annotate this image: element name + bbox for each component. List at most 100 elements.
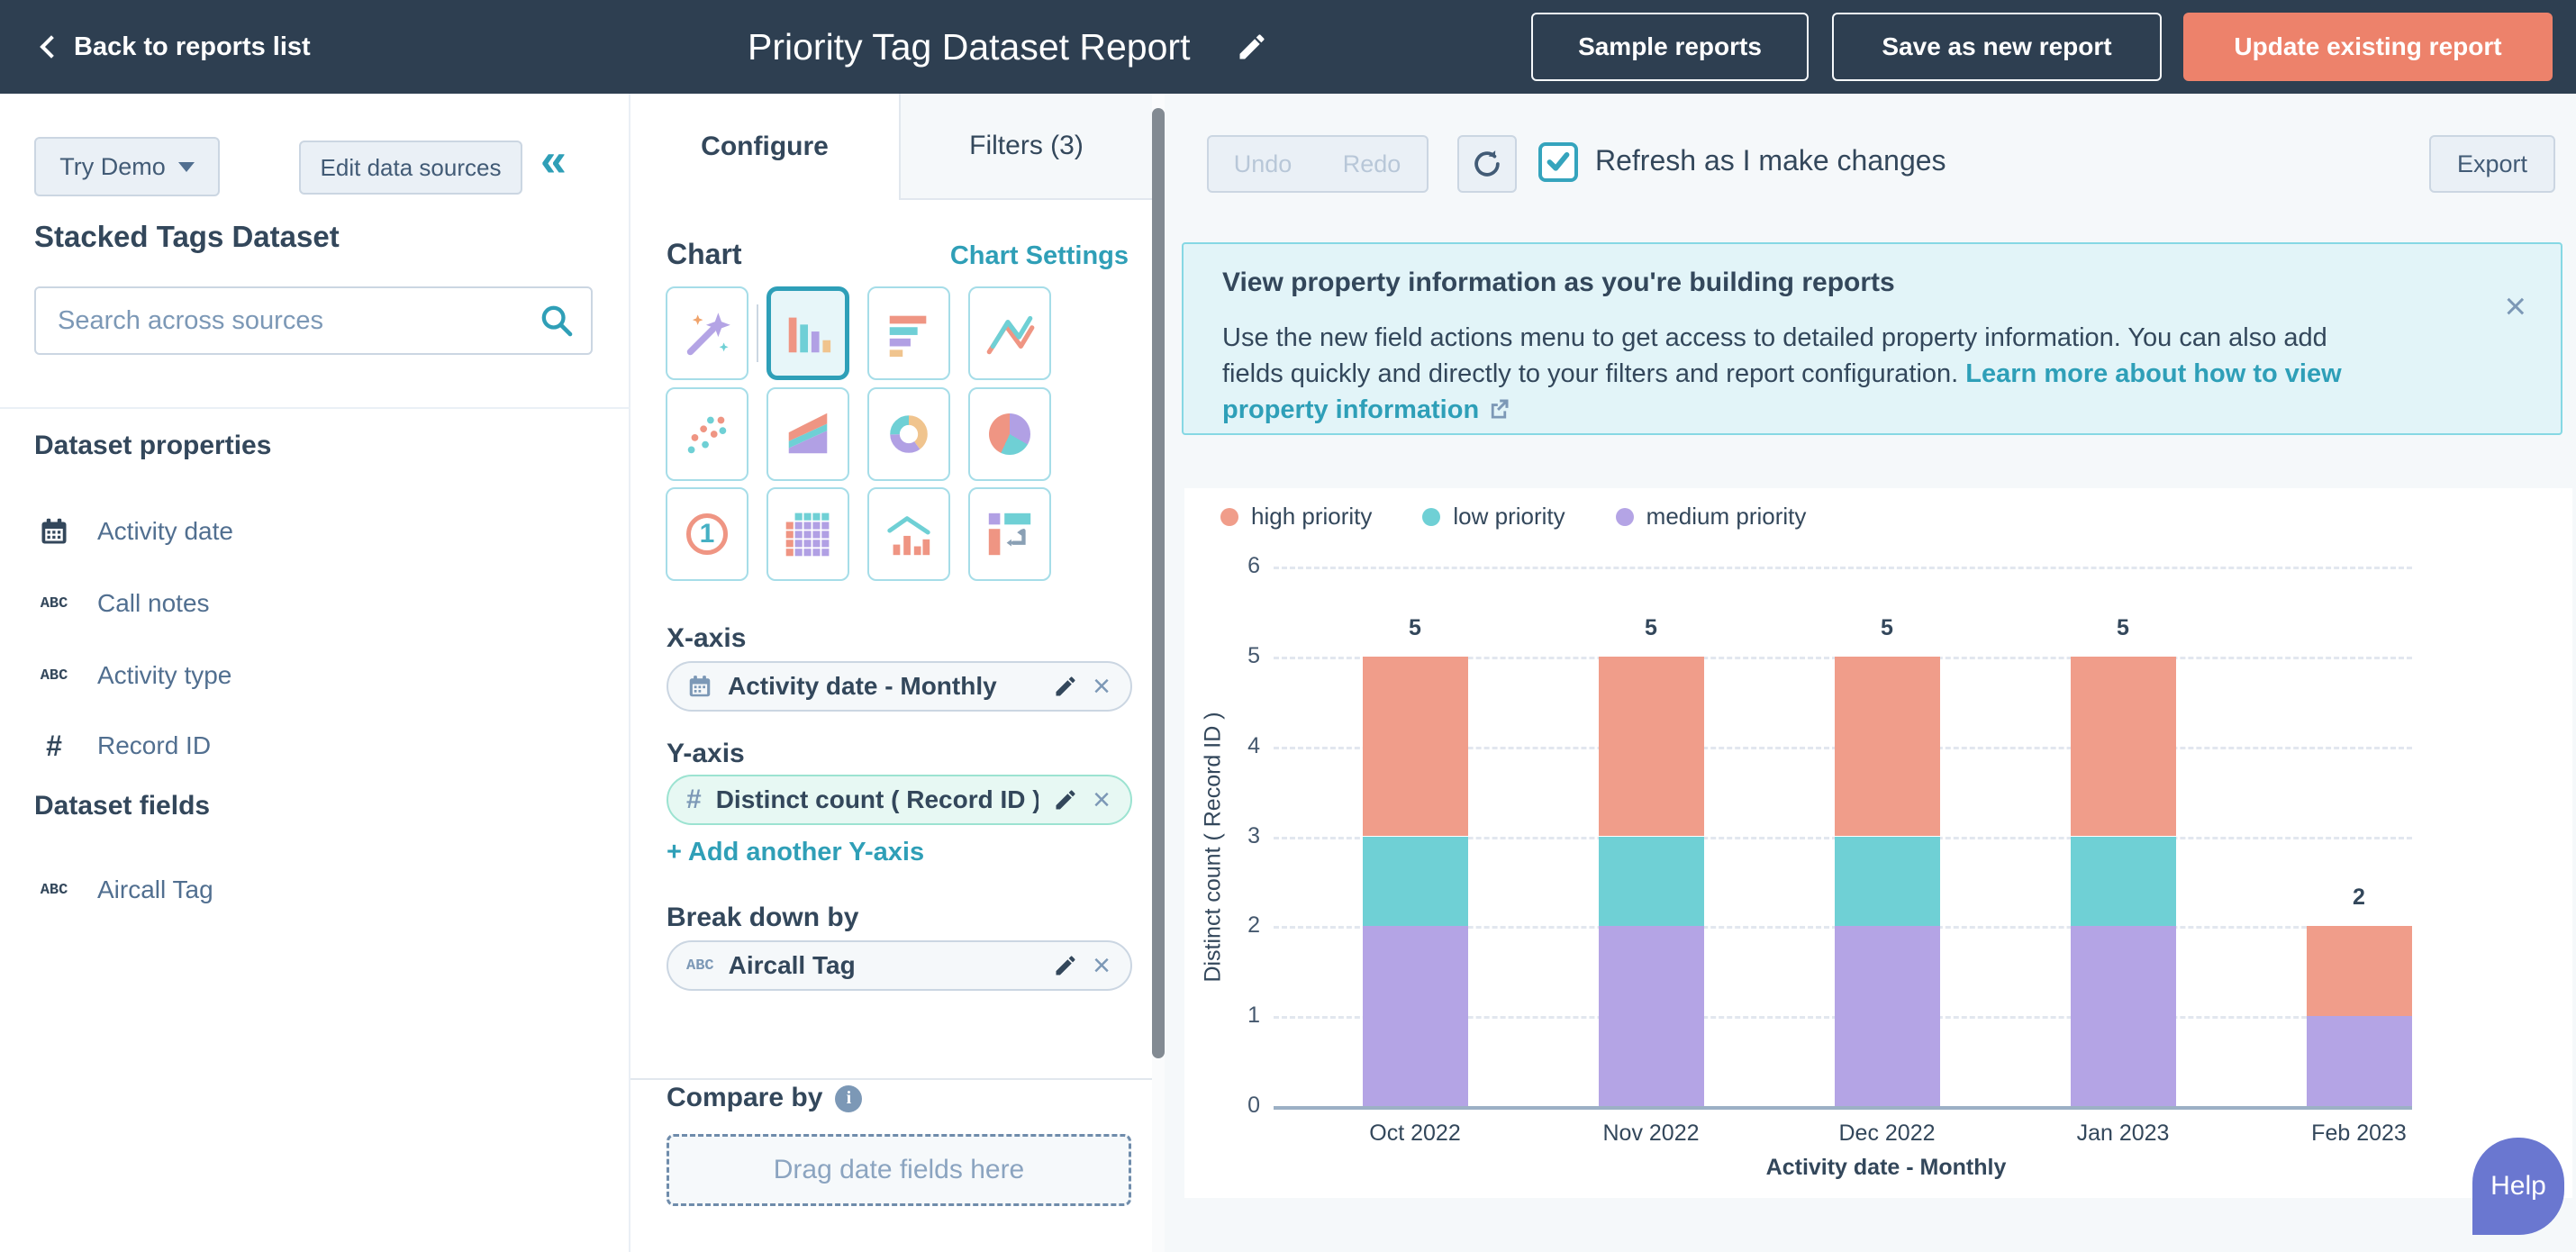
bar-segment-high-priority[interactable] xyxy=(2307,926,2412,1016)
report-preview-area: Undo Redo Refresh as I make changes Expo… xyxy=(1165,94,2576,1252)
bar-total-label: 5 xyxy=(1379,615,1451,641)
donut-chart-icon xyxy=(883,408,935,460)
search-icon[interactable] xyxy=(539,303,575,339)
remove-x-axis-icon[interactable]: × xyxy=(1093,671,1111,702)
compare-by-dropzone[interactable]: Drag date fields here xyxy=(667,1134,1131,1206)
x-axis-title: Activity date - Monthly xyxy=(1616,1155,2156,1181)
refresh-checkbox-label[interactable]: Refresh as I make changes xyxy=(1595,144,1946,177)
undo-button[interactable]: Undo xyxy=(1207,135,1319,193)
chart-type-area[interactable] xyxy=(766,387,849,481)
try-demo-dropdown[interactable]: Try Demo xyxy=(34,137,220,196)
bar-segment-medium-priority[interactable] xyxy=(2071,926,2176,1106)
refresh-icon xyxy=(1470,147,1504,181)
number-type-icon: # xyxy=(34,730,74,763)
chart-type-table[interactable] xyxy=(766,487,849,581)
chart-type-scatter[interactable] xyxy=(666,387,748,481)
chart-type-ai-suggested[interactable] xyxy=(666,286,748,380)
configure-panel: Configure Filters (3) Chart Chart Settin… xyxy=(630,94,1165,1252)
property-item-activity-type[interactable]: ABC Activity type xyxy=(34,650,593,701)
sidebar-divider xyxy=(0,407,630,409)
chart-type-donut[interactable] xyxy=(867,387,950,481)
redo-button[interactable]: Redo xyxy=(1317,135,1429,193)
add-another-y-axis-link[interactable]: + Add another Y-axis xyxy=(667,838,924,867)
banner-close-icon[interactable]: × xyxy=(2504,287,2526,325)
combo-chart-icon xyxy=(883,508,935,560)
scatter-chart-icon xyxy=(681,408,733,460)
chart-type-combo[interactable] xyxy=(867,487,950,581)
y-axis-chip[interactable]: # Distinct count ( Record ID ) × xyxy=(667,775,1132,825)
compare-by-label: Compare byi xyxy=(667,1083,862,1113)
dataset-title: Stacked Tags Dataset xyxy=(34,220,340,254)
property-label: Call notes xyxy=(97,589,210,618)
field-item-aircall-tag[interactable]: ABC Aircall Tag xyxy=(34,865,593,915)
property-item-record-id[interactable]: # Record ID xyxy=(34,721,593,771)
update-existing-report-button[interactable]: Update existing report xyxy=(2183,13,2553,81)
bar-segment-low-priority[interactable] xyxy=(1835,837,1940,927)
bar-segment-low-priority[interactable] xyxy=(2071,837,2176,927)
chart-card: high priority low priority medium priori… xyxy=(1184,488,2572,1198)
property-label: Activity type xyxy=(97,661,231,690)
bar-segment-low-priority[interactable] xyxy=(1599,837,1704,927)
chart-type-bar[interactable] xyxy=(867,286,950,380)
chart-type-pie[interactable] xyxy=(968,387,1051,481)
chart-type-pivot[interactable] xyxy=(968,487,1051,581)
property-label: Activity date xyxy=(97,517,233,546)
collapse-sidebar-icon[interactable]: « xyxy=(540,133,567,187)
export-button[interactable]: Export xyxy=(2429,135,2555,193)
edit-pencil-icon[interactable] xyxy=(1053,674,1078,699)
bar-segment-high-priority[interactable] xyxy=(1599,657,1704,837)
property-item-activity-date[interactable]: Activity date xyxy=(34,506,593,557)
table-grid-icon xyxy=(784,510,832,558)
refresh-button[interactable] xyxy=(1457,135,1517,193)
bar-segment-medium-priority[interactable] xyxy=(1599,926,1704,1106)
tile-divider xyxy=(757,304,758,362)
back-label: Back to reports list xyxy=(74,32,311,62)
chart-type-kpi-number[interactable]: 1 xyxy=(666,487,748,581)
edit-title-pencil-icon[interactable] xyxy=(1236,31,1268,63)
remove-y-axis-icon[interactable]: × xyxy=(1093,785,1111,815)
edit-data-sources-button[interactable]: Edit data sources xyxy=(299,141,522,195)
y-axis-label: Y-axis xyxy=(667,739,745,769)
x-category-label: Feb 2023 xyxy=(2269,1120,2449,1147)
bar-chart-icon xyxy=(883,307,935,359)
y-tick-label: 3 xyxy=(1184,823,1260,849)
bar-segment-medium-priority[interactable] xyxy=(1835,926,1940,1106)
calendar-icon xyxy=(686,673,713,700)
break-down-chip-label: Aircall Tag xyxy=(729,951,1039,980)
line-chart-icon xyxy=(982,305,1038,361)
bar-segment-high-priority[interactable] xyxy=(2071,657,2176,837)
property-item-call-notes[interactable]: ABC Call notes xyxy=(34,578,593,629)
y-axis-chip-label: Distinct count ( Record ID ) xyxy=(716,785,1039,814)
tab-filters[interactable]: Filters (3) xyxy=(899,94,1152,200)
chart-type-line[interactable] xyxy=(968,286,1051,380)
save-as-new-report-button[interactable]: Save as new report xyxy=(1832,13,2162,81)
back-to-reports-link[interactable]: Back to reports list xyxy=(43,0,311,94)
bar-segment-medium-priority[interactable] xyxy=(2307,1016,2412,1106)
area-chart-icon xyxy=(782,408,834,460)
sample-reports-button[interactable]: Sample reports xyxy=(1531,13,1809,81)
bar-segment-high-priority[interactable] xyxy=(1363,657,1468,837)
config-scrollbar-track[interactable] xyxy=(1152,94,1165,1252)
break-down-chip[interactable]: ABC Aircall Tag × xyxy=(667,940,1132,991)
config-scrollbar-thumb[interactable] xyxy=(1152,108,1165,1058)
chart-settings-link[interactable]: Chart Settings xyxy=(950,241,1129,271)
y-tick-label: 2 xyxy=(1184,912,1260,939)
edit-pencil-icon[interactable] xyxy=(1053,787,1078,812)
chart-type-column[interactable] xyxy=(766,286,849,380)
y-tick-label: 1 xyxy=(1184,1003,1260,1029)
edit-pencil-icon[interactable] xyxy=(1053,953,1078,978)
search-box xyxy=(34,286,593,355)
tab-configure[interactable]: Configure xyxy=(630,94,899,200)
x-axis-chip[interactable]: Activity date - Monthly × xyxy=(667,661,1132,712)
add-y-axis-label: Add another Y-axis xyxy=(688,838,924,866)
report-builder-page: Back to reports list Priority Tag Datase… xyxy=(0,0,2576,1252)
bar-segment-low-priority[interactable] xyxy=(1363,837,1468,927)
bar-segment-high-priority[interactable] xyxy=(1835,657,1940,837)
help-button[interactable]: Help xyxy=(2472,1138,2564,1235)
bar-total-label: 5 xyxy=(1851,615,1923,641)
info-icon[interactable]: i xyxy=(835,1085,862,1112)
refresh-checkbox[interactable] xyxy=(1538,142,1578,182)
remove-breakdown-icon[interactable]: × xyxy=(1093,950,1111,981)
bar-segment-medium-priority[interactable] xyxy=(1363,926,1468,1106)
search-input[interactable] xyxy=(34,286,593,355)
